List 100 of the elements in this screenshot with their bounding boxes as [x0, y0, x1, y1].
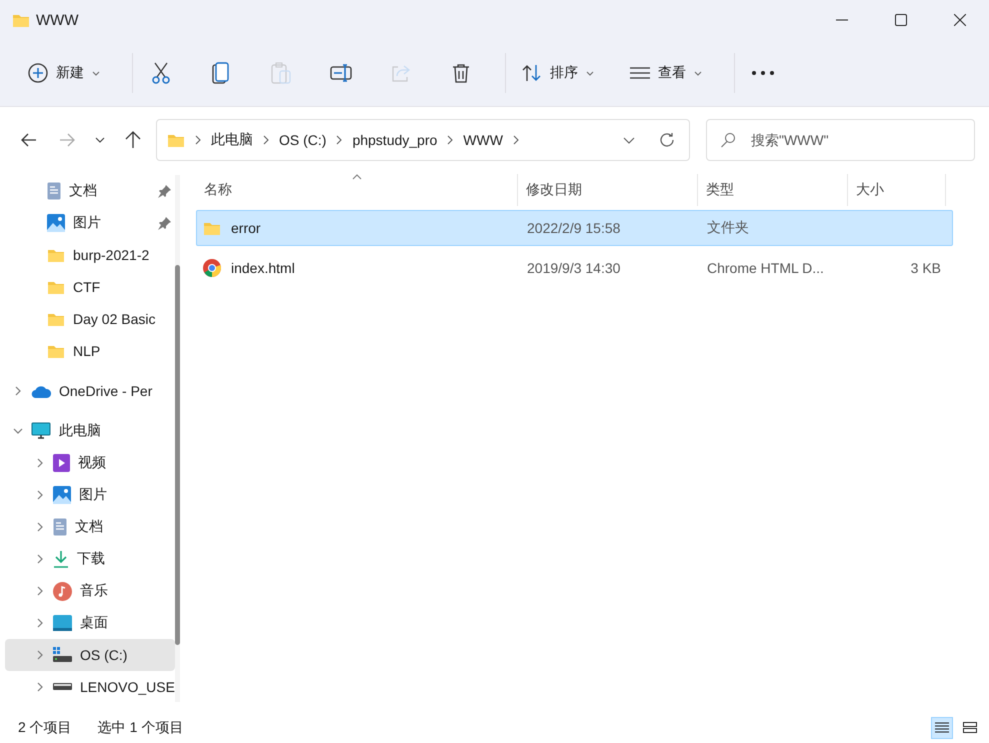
sidebar-item[interactable]: OS (C:) [5, 639, 175, 671]
sort-ascending-icon [352, 174, 362, 180]
folder-icon [47, 344, 65, 358]
new-button[interactable]: 新建 [18, 53, 110, 93]
chevron-right-icon[interactable] [35, 554, 45, 564]
column-header[interactable]: 修改日期 [518, 174, 698, 206]
folder-icon [12, 12, 30, 28]
sidebar-item[interactable]: CTF [5, 271, 175, 303]
file-size: 3 KB [910, 259, 942, 278]
chevron-right-icon[interactable] [35, 522, 45, 532]
selection-count: 选中 1 个项目 [98, 718, 184, 736]
rename-icon [330, 63, 352, 83]
chevron-right-icon [336, 135, 342, 145]
chevron-right-icon[interactable] [35, 490, 45, 500]
cloud-icon [31, 384, 51, 398]
music-icon [53, 582, 72, 600]
tiles-icon [963, 722, 977, 734]
close-icon [954, 14, 966, 26]
chevron-right-icon[interactable] [35, 458, 45, 468]
sidebar-item[interactable]: LENOVO_USE [5, 671, 175, 703]
sidebar-item[interactable]: 图片 [5, 479, 175, 511]
desktop-icon [53, 615, 72, 631]
document-icon [53, 518, 67, 536]
refresh-icon[interactable] [659, 132, 675, 148]
video-icon [53, 454, 70, 472]
chevron-right-icon[interactable] [35, 586, 45, 596]
chevron-right-icon[interactable] [35, 682, 45, 692]
breadcrumb-item[interactable]: OS (C:) [279, 132, 326, 148]
sidebar-item[interactable]: 此电脑 [5, 415, 175, 447]
window-title: WWW [36, 12, 78, 28]
folder-icon [167, 132, 185, 148]
chevron-down-icon[interactable] [623, 136, 635, 144]
menu-icon [630, 67, 650, 79]
drive-icon [53, 647, 72, 663]
arrow-right-icon [59, 133, 75, 147]
chevron-right-icon [512, 135, 519, 145]
details-view-button[interactable] [931, 716, 953, 738]
scrollbar[interactable] [174, 175, 180, 702]
breadcrumb-item[interactable]: WWW [463, 132, 503, 148]
clipboard-icon [271, 62, 291, 84]
sidebar-item[interactable]: 文档 [5, 175, 175, 207]
monitor-icon [31, 422, 51, 440]
list-icon [935, 722, 949, 734]
file-type: 文件夹 [706, 218, 750, 237]
modified-date: 2019/9/3 14:30 [526, 259, 622, 278]
chevron-right-icon[interactable] [35, 618, 45, 628]
file-row[interactable]: index.html 2019/9/3 14:30 Chrome HTML D... 3 KB [196, 250, 953, 286]
file-row[interactable]: error 2022/2/9 15:58 文件夹 [196, 210, 953, 246]
file-name: index.html [231, 260, 295, 276]
minimize-icon [836, 19, 848, 21]
address-bar[interactable]: 此电脑 OS (C:) phpstudy_pro WWW [156, 119, 690, 161]
share-icon [391, 64, 411, 82]
search-icon [720, 132, 736, 148]
view-button[interactable]: 查看 [620, 53, 712, 93]
arrow-left-icon [21, 133, 37, 147]
more-icon [752, 71, 774, 75]
sidebar-item[interactable]: burp-2021-2 [5, 239, 175, 271]
document-icon [47, 182, 61, 200]
download-icon [53, 550, 69, 568]
sidebar-item[interactable]: 图片 [5, 207, 175, 239]
sort-button[interactable]: 排序 [512, 53, 604, 93]
sidebar-item[interactable]: Day 02 Basic [5, 303, 175, 335]
drive-icon [53, 683, 72, 691]
folder-icon [203, 220, 221, 236]
breadcrumb-item[interactable]: 此电脑 [211, 131, 253, 149]
browser-icon [203, 259, 221, 277]
sidebar-item[interactable]: 下载 [5, 543, 175, 575]
maximize-icon [894, 14, 906, 26]
sidebar-item[interactable]: 音乐 [5, 575, 175, 607]
file-type: Chrome HTML D... [706, 259, 825, 278]
sort-icon [522, 64, 542, 82]
column-header[interactable]: 名称 [196, 174, 518, 206]
chevron-right-icon [195, 135, 201, 145]
folder-icon [47, 248, 65, 262]
picture-icon [53, 486, 71, 504]
sidebar-item[interactable]: 桌面 [5, 607, 175, 639]
picture-icon [47, 214, 65, 232]
search-field[interactable]: 搜索"WWW" [706, 119, 975, 161]
file-name: error [231, 220, 261, 236]
sidebar-item[interactable]: 文档 [5, 511, 175, 543]
column-header[interactable]: 大小 [848, 174, 946, 206]
column-header[interactable]: 类型 [698, 174, 848, 206]
chevron-down-icon[interactable] [13, 426, 23, 436]
copy-icon [212, 62, 230, 84]
plus-icon [28, 63, 48, 83]
sidebar-item[interactable]: OneDrive - Per [5, 375, 175, 407]
item-count: 2 个项目 [18, 718, 72, 736]
folder-icon [47, 280, 65, 294]
arrow-up-icon [125, 131, 141, 149]
modified-date: 2022/2/9 15:58 [526, 219, 622, 238]
chevron-right-icon [263, 135, 269, 145]
sidebar-item[interactable]: 视频 [5, 447, 175, 479]
sidebar-item[interactable]: NLP [5, 335, 175, 367]
chevron-right-icon [447, 135, 454, 145]
chevron-right-icon[interactable] [13, 386, 23, 396]
chevron-right-icon[interactable] [35, 650, 45, 660]
trash-icon [452, 63, 470, 83]
breadcrumb-item[interactable]: phpstudy_pro [352, 132, 438, 148]
chevron-down-icon [95, 137, 105, 143]
folder-icon [47, 312, 65, 326]
